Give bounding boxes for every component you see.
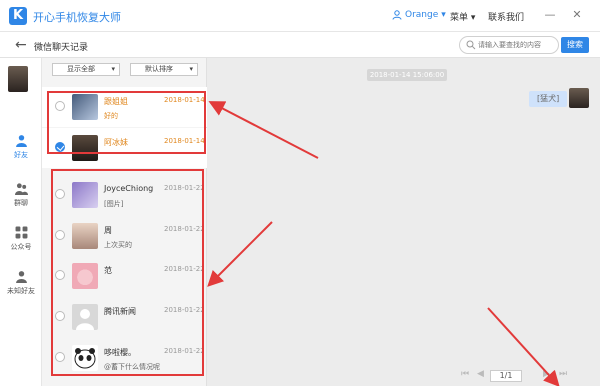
page-title: 微信聊天记录: [34, 43, 89, 53]
chat-bubble: [猛犬]: [529, 91, 568, 107]
minimize-icon[interactable]: —: [543, 8, 557, 22]
contact-list-panel: 显示全部 ▾ 默认排序 ▾ 跟姐姐 好的 2018-01-14 阿冰妹 2018…: [42, 58, 207, 386]
group-icon: [14, 183, 28, 195]
app-logo: K: [9, 7, 27, 25]
nav-label: 未知好友: [7, 287, 35, 295]
left-nav: 好友 群聊 公众号 未知好友: [0, 58, 42, 386]
search-button[interactable]: 搜索: [561, 37, 589, 53]
close-icon[interactable]: ✕: [570, 8, 584, 22]
nav-label: 好友: [14, 151, 28, 159]
app-title: 开心手机恢复大师: [33, 11, 121, 24]
unknown-user-icon: [15, 271, 27, 283]
chevron-down-icon: ▾: [441, 10, 446, 20]
title-bar: K 开心手机恢复大师 Orange ▾ 菜单 ▾ 联系我们 — ✕: [0, 0, 600, 32]
nav-item-official-accounts[interactable]: 公众号: [0, 226, 42, 252]
menu-button[interactable]: 菜单 ▾: [450, 10, 475, 23]
nav-item-unknown-friends[interactable]: 未知好友: [0, 270, 42, 296]
first-page-icon[interactable]: ⏮: [461, 369, 469, 379]
sort-dropdown[interactable]: 默认排序 ▾: [130, 63, 198, 76]
page-indicator[interactable]: 1/1: [490, 370, 522, 382]
chevron-down-icon: ▾: [111, 65, 115, 73]
user-icon: [392, 10, 402, 20]
back-arrow-icon[interactable]: ←: [15, 37, 27, 53]
filter-dropdown-label: 显示全部: [67, 65, 95, 73]
annotation-box: [51, 169, 204, 376]
prev-page-icon[interactable]: ◀: [477, 369, 484, 379]
avatar: [569, 88, 589, 108]
person-icon: [15, 135, 27, 147]
chat-timestamp: 2018-01-14 15:06:00: [367, 69, 447, 81]
user-menu[interactable]: Orange ▾: [392, 10, 446, 20]
next-page-icon[interactable]: ▶: [543, 369, 550, 379]
filter-dropdown[interactable]: 显示全部 ▾: [52, 63, 120, 76]
pager: 1/1: [490, 370, 522, 382]
annotation-box: [47, 91, 206, 154]
grid-icon: [15, 226, 27, 239]
search-box[interactable]: [459, 36, 559, 54]
search-input[interactable]: [478, 39, 556, 51]
chevron-down-icon: ▾: [189, 65, 193, 73]
toolbar: ← 微信聊天记录 搜索: [0, 32, 600, 58]
sort-dropdown-label: 默认排序: [145, 65, 173, 73]
avatar: [8, 66, 28, 92]
chat-area: 2018-01-14 15:06:00 [猛犬] ⏮ ◀ 1/1 ▶ ⏭: [207, 58, 600, 386]
contact-us-link[interactable]: 联系我们: [488, 10, 524, 23]
nav-label: 群聊: [14, 199, 28, 207]
nav-item-groups[interactable]: 群聊: [0, 182, 42, 208]
nav-label: 公众号: [10, 243, 32, 251]
last-page-icon[interactable]: ⏭: [559, 369, 567, 379]
user-name: Orange: [405, 10, 439, 20]
nav-item-friends[interactable]: 好友: [0, 134, 42, 160]
search-icon: [466, 40, 476, 50]
